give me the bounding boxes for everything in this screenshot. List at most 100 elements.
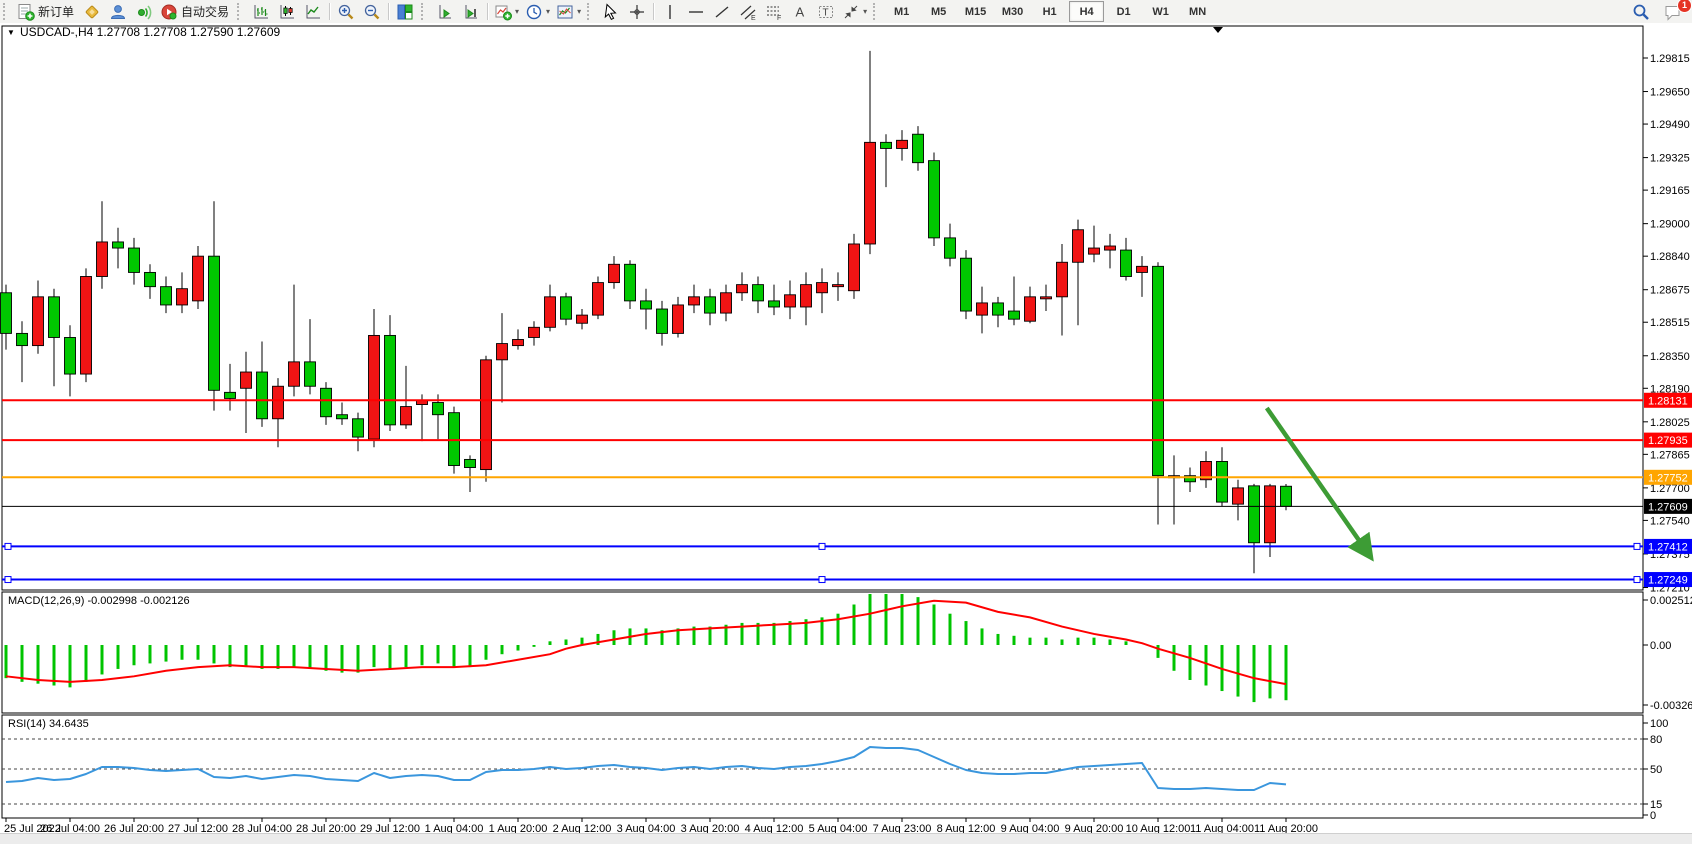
candle xyxy=(865,142,876,244)
search-button[interactable] xyxy=(1628,1,1654,23)
svg-text:8 Aug 12:00: 8 Aug 12:00 xyxy=(937,823,996,833)
line-handle[interactable] xyxy=(1634,577,1640,583)
candle xyxy=(161,287,172,305)
auto-scroll-button[interactable] xyxy=(432,1,458,23)
timeframe-button-m1[interactable]: M1 xyxy=(884,1,919,22)
candle xyxy=(337,415,348,419)
toolbar-grip xyxy=(421,3,428,20)
candle xyxy=(1217,461,1228,502)
svg-text:50: 50 xyxy=(1650,764,1662,776)
svg-text:28 Jul 20:00: 28 Jul 20:00 xyxy=(296,823,356,833)
dropdown-caret-icon: ▾ xyxy=(515,8,519,16)
timeframe-button-h1[interactable]: H1 xyxy=(1032,1,1067,22)
new-order-icon xyxy=(17,3,35,21)
timeframe-button-m15[interactable]: M15 xyxy=(958,1,993,22)
candle xyxy=(993,303,1004,315)
zoom-in-icon xyxy=(337,3,355,21)
line-handle[interactable] xyxy=(819,577,825,583)
chart-frame xyxy=(0,23,1692,833)
tile-windows-icon xyxy=(396,3,414,21)
bar-chart-button[interactable] xyxy=(248,1,274,23)
timeframe-button-mn[interactable]: MN xyxy=(1180,1,1215,22)
svg-text:11 Aug 20:00: 11 Aug 20:00 xyxy=(1254,823,1318,833)
new-order-label: 新订单 xyxy=(38,3,76,20)
timeframe-button-m5[interactable]: M5 xyxy=(921,1,956,22)
line-chart-button[interactable] xyxy=(300,1,326,23)
line-handle[interactable] xyxy=(819,543,825,549)
arrows-button[interactable]: ▾ xyxy=(839,1,870,23)
svg-text:1.27609: 1.27609 xyxy=(1648,501,1688,513)
candle xyxy=(945,238,956,258)
svg-text:MACD(12,26,9) -0.002998 -0.002: MACD(12,26,9) -0.002998 -0.002126 xyxy=(8,595,190,607)
new-order-button[interactable]: 新订单 xyxy=(14,1,79,23)
text-label-button[interactable]: T xyxy=(813,1,839,23)
candle xyxy=(1057,262,1068,297)
cursor-button[interactable] xyxy=(598,1,624,23)
toolbar-separator xyxy=(653,3,654,20)
svg-text:9 Aug 04:00: 9 Aug 04:00 xyxy=(1001,823,1060,833)
candle xyxy=(1073,230,1084,263)
bar-chart-icon xyxy=(252,3,270,21)
indicators-button[interactable]: ▾ xyxy=(491,1,522,23)
line-handle[interactable] xyxy=(5,543,11,549)
svg-text:26 Jul 04:00: 26 Jul 04:00 xyxy=(40,823,100,833)
periods-button[interactable]: ▾ xyxy=(522,1,553,23)
indicators-icon xyxy=(494,3,512,21)
candle xyxy=(705,297,716,313)
candle xyxy=(433,403,444,415)
signal-button[interactable] xyxy=(131,1,157,23)
line-chart-icon xyxy=(304,3,322,21)
svg-text:2 Aug 12:00: 2 Aug 12:00 xyxy=(553,823,612,833)
clock-icon xyxy=(525,3,543,21)
text-button[interactable]: A xyxy=(787,1,813,23)
candle xyxy=(289,362,300,386)
timeframe-button-m30[interactable]: M30 xyxy=(995,1,1030,22)
candlestick-chart[interactable]: 1.298151.296501.294901.293251.291651.290… xyxy=(0,23,1692,833)
candle xyxy=(769,301,780,307)
candle xyxy=(737,285,748,293)
crosshair-button[interactable] xyxy=(624,1,650,23)
candlestick-chart-button[interactable] xyxy=(274,1,300,23)
autotrade-button[interactable]: 自动交易 xyxy=(157,1,234,23)
tile-windows-button[interactable] xyxy=(392,1,418,23)
svg-text:1.29165: 1.29165 xyxy=(1650,185,1690,197)
svg-text:E: E xyxy=(751,15,756,21)
svg-text:1.27249: 1.27249 xyxy=(1648,575,1688,587)
horizontal-line-icon xyxy=(687,3,705,21)
equidistant-channel-button[interactable]: E xyxy=(735,1,761,23)
text-label-icon: T xyxy=(817,3,835,21)
candle xyxy=(1233,488,1244,504)
trendline-button[interactable] xyxy=(709,1,735,23)
seal-button[interactable] xyxy=(79,1,105,23)
svg-text:27 Jul 12:00: 27 Jul 12:00 xyxy=(168,823,228,833)
chat-button[interactable]: 1 xyxy=(1660,1,1686,23)
fibonacci-button[interactable]: F xyxy=(761,1,787,23)
svg-text:F: F xyxy=(777,15,781,21)
line-handle[interactable] xyxy=(1634,543,1640,549)
svg-text:3 Aug 20:00: 3 Aug 20:00 xyxy=(681,823,740,833)
timeframe-button-w1[interactable]: W1 xyxy=(1143,1,1178,22)
chart-shift-button[interactable] xyxy=(458,1,484,23)
candle xyxy=(833,285,844,287)
timeframe-button-h4[interactable]: H4 xyxy=(1069,1,1104,22)
candle xyxy=(545,297,556,327)
signal-icon xyxy=(135,3,153,21)
line-handle[interactable] xyxy=(5,577,11,583)
candle xyxy=(689,297,700,305)
candle xyxy=(1041,297,1052,299)
zoom-out-button[interactable] xyxy=(359,1,385,23)
dropdown-caret-icon: ▾ xyxy=(546,8,550,16)
svg-text:1.29815: 1.29815 xyxy=(1650,53,1690,65)
vertical-line-button[interactable] xyxy=(657,1,683,23)
candle xyxy=(529,327,540,337)
profile-button[interactable] xyxy=(105,1,131,23)
timeframe-button-d1[interactable]: D1 xyxy=(1106,1,1141,22)
candle xyxy=(449,413,460,466)
candle xyxy=(129,248,140,272)
zoom-in-button[interactable] xyxy=(333,1,359,23)
notification-badge[interactable]: 1 xyxy=(1677,0,1692,13)
svg-text:RSI(14) 34.6435: RSI(14) 34.6435 xyxy=(8,718,89,730)
templates-button[interactable]: ▾ xyxy=(553,1,584,23)
horizontal-line-button[interactable] xyxy=(683,1,709,23)
candle xyxy=(1249,486,1260,543)
